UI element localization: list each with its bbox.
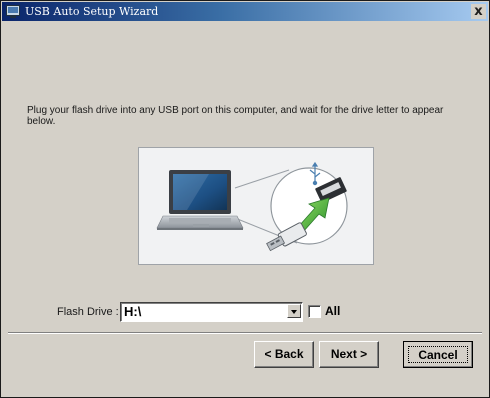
separator <box>8 332 482 334</box>
cancel-button-label: Cancel <box>408 346 468 363</box>
next-button[interactable]: Next > <box>319 341 379 368</box>
instruction-text: Plug your flash drive into any USB port … <box>27 105 444 127</box>
chevron-down-icon[interactable] <box>287 304 301 318</box>
all-checkbox-label: All <box>325 304 341 318</box>
window-title: USB Auto Setup Wizard <box>25 5 159 18</box>
flash-drive-label: Flash Drive : <box>57 306 119 318</box>
flash-drive-dropdown[interactable]: H:\ <box>120 302 303 322</box>
back-button[interactable]: < Back <box>254 341 314 368</box>
app-icon <box>6 5 20 18</box>
close-button[interactable]: x <box>471 4 486 19</box>
title-bar[interactable]: USB Auto Setup Wizard x <box>2 2 488 21</box>
cancel-button[interactable]: Cancel <box>403 341 473 368</box>
wizard-window: USB Auto Setup Wizard x Plug your flash … <box>0 0 490 398</box>
drive-value: H:\ <box>124 304 142 319</box>
all-checkbox[interactable] <box>308 305 321 318</box>
usb-illustration <box>138 147 374 265</box>
laptop-icon <box>156 170 244 230</box>
